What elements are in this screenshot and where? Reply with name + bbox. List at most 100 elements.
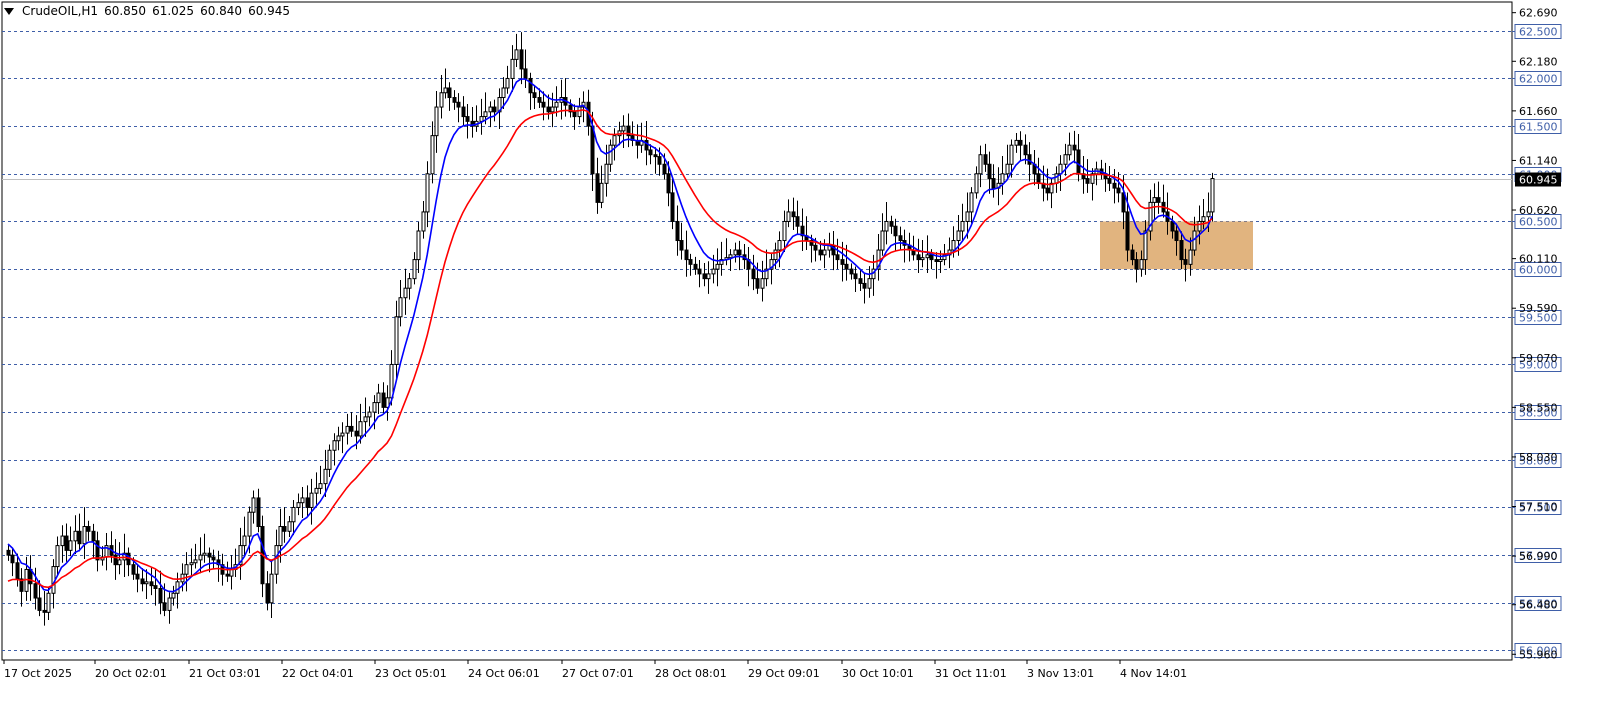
candle bbox=[670, 178, 675, 230]
current-price-label: 60.945 bbox=[1515, 172, 1561, 187]
candle bbox=[608, 139, 613, 172]
candle bbox=[46, 587, 51, 620]
candle bbox=[439, 75, 444, 119]
candle bbox=[207, 547, 212, 573]
candle bbox=[60, 525, 65, 563]
candle bbox=[113, 539, 118, 580]
x-tick-label: 28 Oct 08:01 bbox=[655, 667, 727, 680]
candle bbox=[398, 279, 403, 327]
candle bbox=[86, 520, 91, 541]
candle bbox=[68, 526, 73, 557]
x-tick-label: 21 Oct 03:01 bbox=[189, 667, 261, 680]
candle bbox=[465, 104, 470, 139]
candle bbox=[550, 92, 555, 128]
candle bbox=[126, 547, 131, 577]
candle bbox=[144, 569, 149, 599]
candle bbox=[777, 231, 782, 268]
candle bbox=[871, 254, 876, 296]
dropdown-triangle-icon[interactable] bbox=[4, 7, 14, 15]
candle bbox=[510, 45, 515, 92]
price-chart[interactable]: 62.50062.00061.50061.00060.50060.00059.5… bbox=[0, 0, 1614, 704]
candle bbox=[1018, 131, 1023, 161]
candle bbox=[167, 592, 172, 624]
x-tick-label: 22 Oct 04:01 bbox=[282, 667, 354, 680]
candle bbox=[251, 490, 256, 524]
candle bbox=[381, 382, 386, 414]
candle bbox=[1152, 183, 1157, 220]
candle bbox=[82, 507, 87, 559]
candle bbox=[523, 49, 528, 88]
candle bbox=[91, 523, 96, 558]
candle bbox=[55, 536, 60, 577]
candle bbox=[858, 269, 863, 292]
x-tick-label: 31 Oct 11:01 bbox=[935, 667, 1007, 680]
x-tick-label: 17 Oct 2025 bbox=[4, 667, 72, 680]
candle bbox=[960, 203, 965, 241]
candle bbox=[327, 444, 332, 477]
low-value: 60.840 bbox=[200, 4, 243, 18]
candle bbox=[1103, 162, 1108, 192]
y-tick-label: 62.690 bbox=[1519, 7, 1558, 20]
candle bbox=[541, 91, 546, 121]
candle bbox=[242, 516, 247, 556]
candle bbox=[688, 253, 693, 276]
candle bbox=[1085, 159, 1090, 193]
x-tick-label: 24 Oct 06:01 bbox=[468, 667, 540, 680]
candle bbox=[318, 465, 323, 495]
candle bbox=[925, 235, 930, 273]
candle bbox=[416, 221, 421, 273]
current-price-text: 60.945 bbox=[1519, 174, 1558, 187]
candle bbox=[158, 570, 163, 615]
candle bbox=[300, 487, 305, 518]
candle bbox=[305, 485, 310, 517]
candle bbox=[724, 238, 729, 266]
y-tick-label: 55.960 bbox=[1519, 648, 1558, 661]
candle bbox=[376, 383, 381, 415]
candle bbox=[291, 500, 296, 536]
candle-layer bbox=[6, 32, 1215, 626]
level-label-text: 62.500 bbox=[1519, 26, 1558, 39]
candle bbox=[229, 555, 234, 590]
candle bbox=[6, 544, 11, 561]
x-tick-label: 30 Oct 10:01 bbox=[842, 667, 914, 680]
candle bbox=[746, 247, 751, 287]
candle bbox=[653, 147, 658, 174]
candle bbox=[1107, 165, 1112, 191]
candle bbox=[193, 543, 198, 569]
candle bbox=[991, 164, 996, 198]
candle bbox=[461, 96, 466, 127]
candle bbox=[109, 531, 114, 563]
candle bbox=[1067, 132, 1072, 161]
candle bbox=[969, 187, 974, 224]
candle bbox=[737, 240, 742, 271]
candle bbox=[349, 412, 354, 437]
candle bbox=[336, 426, 341, 451]
chart-container: 62.50062.00061.50061.00060.50060.00059.5… bbox=[0, 0, 1614, 704]
y-tick-label: 61.140 bbox=[1519, 154, 1558, 167]
candle bbox=[835, 238, 840, 270]
candle bbox=[394, 300, 399, 380]
candle bbox=[697, 259, 702, 288]
y-tick-label: 59.590 bbox=[1519, 302, 1558, 315]
candle bbox=[612, 128, 617, 161]
candle bbox=[974, 166, 979, 199]
close-value: 60.945 bbox=[248, 4, 291, 18]
grid-layer bbox=[1, 1, 1513, 661]
candle bbox=[867, 266, 872, 298]
candle bbox=[786, 199, 791, 228]
high-value: 61.025 bbox=[152, 4, 195, 18]
candle bbox=[443, 68, 448, 99]
candle bbox=[648, 144, 653, 165]
candle bbox=[282, 507, 287, 543]
candle bbox=[367, 406, 372, 427]
candle bbox=[876, 234, 881, 281]
candle bbox=[447, 82, 452, 111]
candle bbox=[916, 238, 921, 273]
candle bbox=[140, 568, 145, 592]
candle bbox=[287, 516, 292, 538]
candle bbox=[760, 260, 765, 302]
candle bbox=[474, 105, 479, 132]
y-tick-label: 60.620 bbox=[1519, 204, 1558, 217]
y-tick-label: 62.180 bbox=[1519, 55, 1558, 68]
candle bbox=[880, 213, 885, 256]
